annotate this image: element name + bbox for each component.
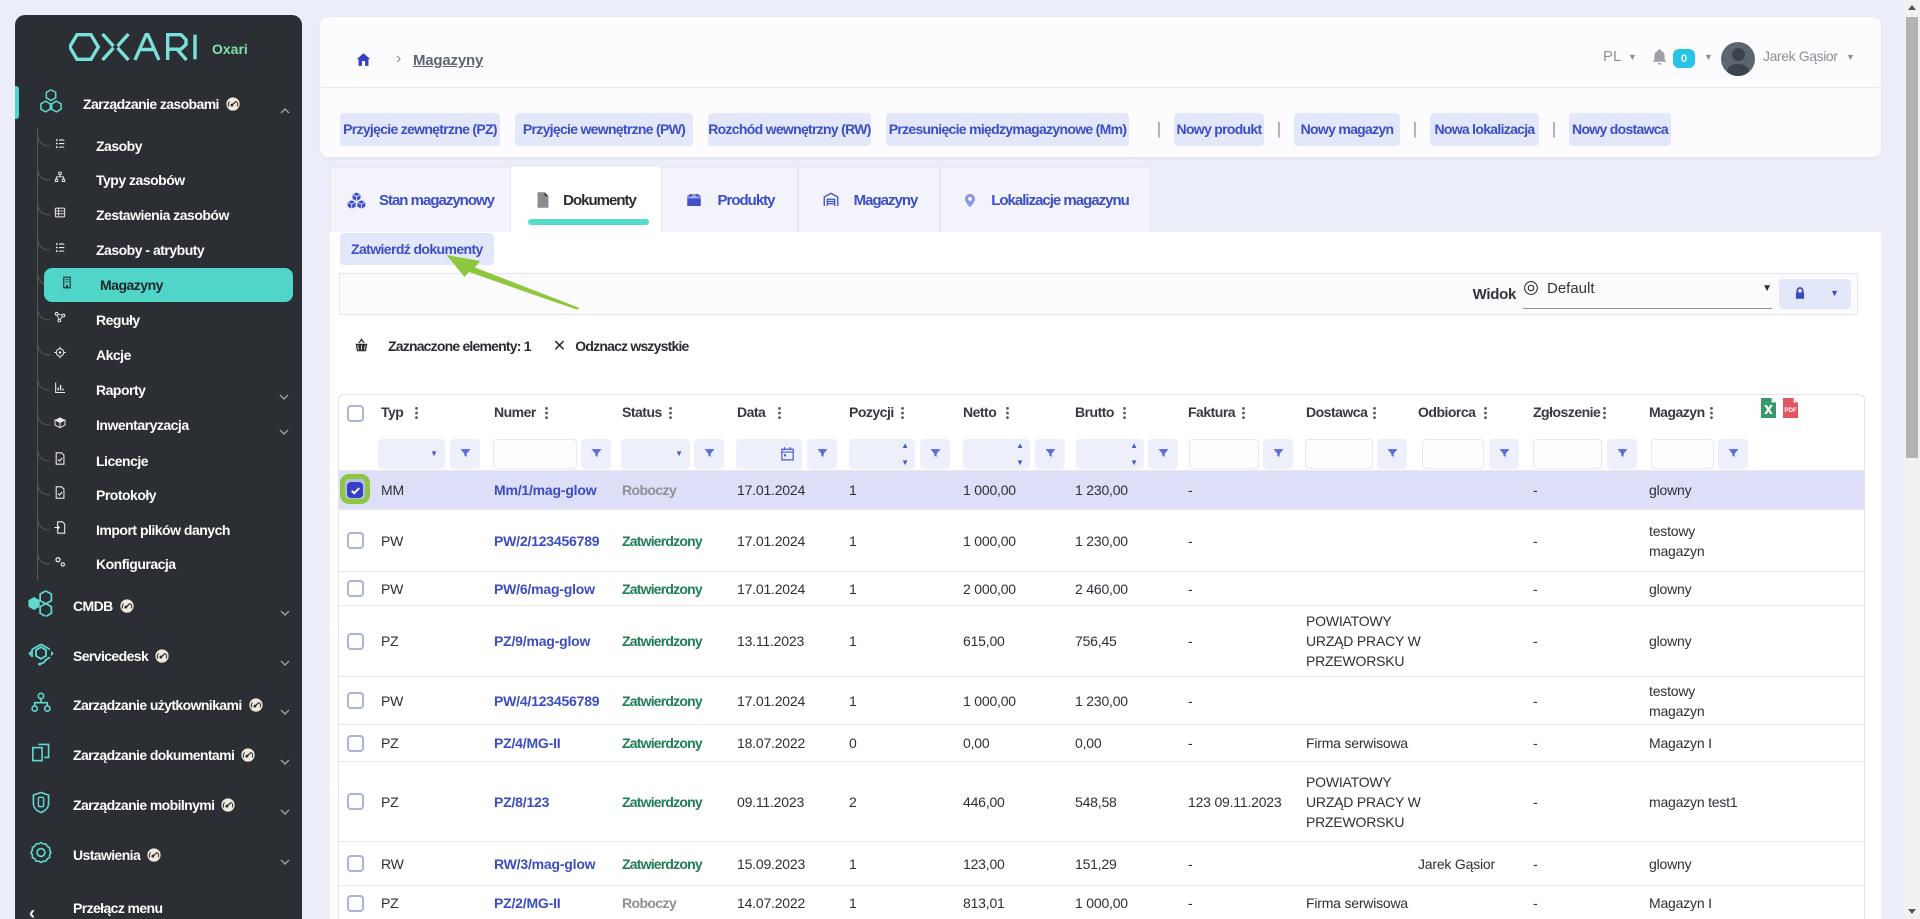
svg-text:PDF: PDF [1784, 407, 1797, 414]
